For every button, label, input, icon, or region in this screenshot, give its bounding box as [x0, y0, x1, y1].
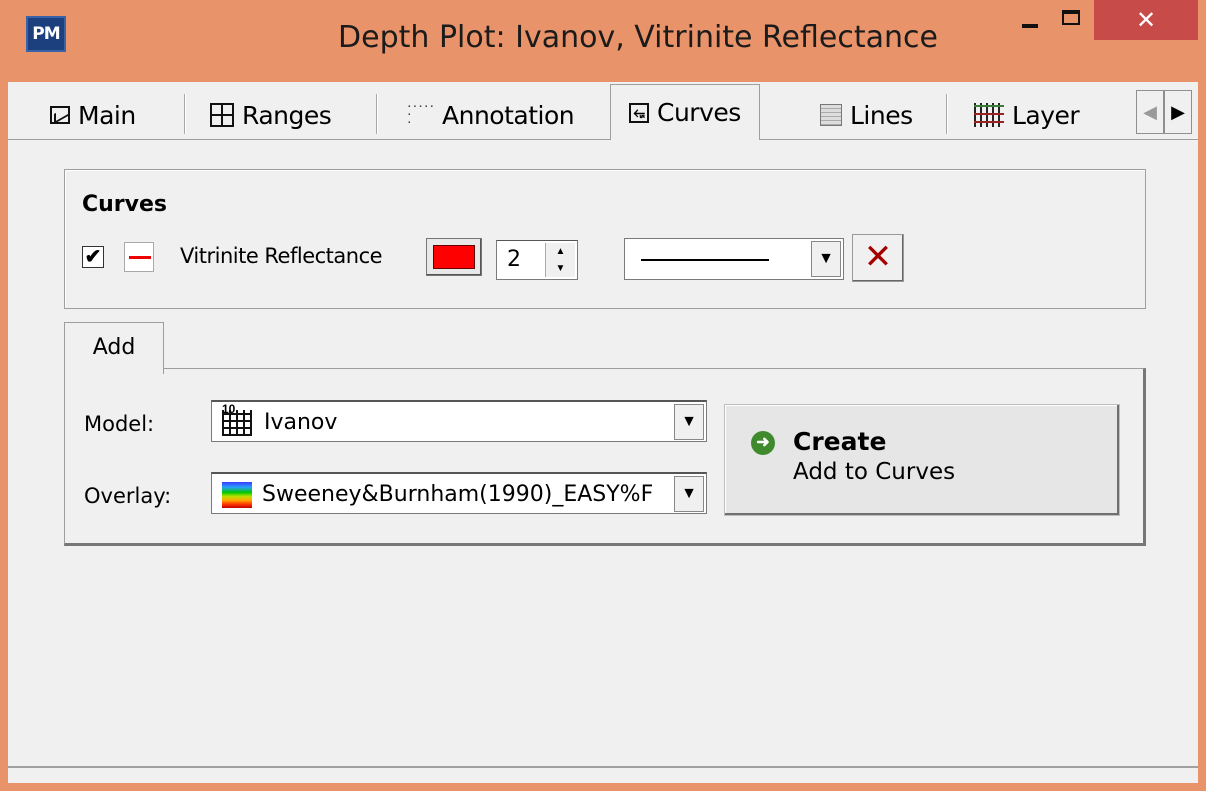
model-label: Model: [84, 412, 155, 436]
ranges-icon [210, 103, 234, 127]
tab-separator [376, 94, 378, 134]
create-button-title: Create [793, 427, 887, 456]
spinner-buttons: ▲ ▼ [545, 243, 575, 277]
tab-layer[interactable]: Layer [974, 90, 1080, 140]
depth-plot-window: PM Depth Plot: Ivanov, Vitrinite Reflect… [0, 0, 1206, 791]
lines-icon [820, 104, 842, 126]
create-button[interactable]: ➜ Create Add to Curves [724, 404, 1120, 516]
tab-scroll-right-button[interactable]: ▶ [1164, 90, 1192, 134]
chevron-down-icon[interactable]: ▼ [811, 241, 841, 277]
tab-separator [184, 94, 186, 134]
chart-icon [50, 106, 70, 124]
line-width-spinner[interactable]: 2 ▲ ▼ [496, 240, 578, 280]
tab-separator [946, 94, 948, 134]
spin-up-button[interactable]: ▲ [546, 243, 575, 260]
delete-curve-button[interactable]: ✕ [852, 234, 904, 282]
maximize-icon [1062, 10, 1080, 25]
overlay-rainbow-icon [222, 482, 252, 508]
tab-layer-label: Layer [1012, 100, 1080, 130]
create-button-subtitle: Add to Curves [793, 459, 956, 485]
curve-legend-icon [124, 242, 154, 272]
curve-name-label: Vitrinite Reflectance [180, 244, 383, 268]
title-bar[interactable]: PM Depth Plot: Ivanov, Vitrinite Reflect… [0, 0, 1206, 78]
close-button[interactable]: ✕ [1094, 0, 1198, 40]
curve-row: ✔ Vitrinite Reflectance 2 ▲ ▼ ▼ ✕ [82, 234, 912, 282]
minimize-icon [1022, 24, 1038, 28]
tab-main-label: Main [78, 100, 136, 130]
curves-group-title: Curves [82, 192, 168, 217]
model-value: Ivanov [264, 410, 338, 435]
model-dropdown[interactable]: Ivanov ▼ [211, 400, 707, 442]
line-style-preview [641, 259, 769, 261]
color-swatch [433, 245, 475, 269]
layer-icon [974, 103, 1004, 127]
dialog-client-area: Main Ranges ····· · · Annotation ⭂ Curves … [8, 82, 1198, 783]
tab-lines-label: Lines [850, 100, 913, 130]
curve-visible-checkbox[interactable]: ✔ [82, 246, 104, 268]
close-icon: ✕ [1135, 6, 1157, 34]
tab-annotation-label: Annotation [442, 100, 575, 130]
tab-add[interactable]: Add [64, 322, 164, 374]
annotation-icon: ····· · · [406, 100, 435, 129]
curve-color-button[interactable] [426, 238, 482, 276]
maximize-button[interactable] [1050, 0, 1090, 40]
chevron-down-icon[interactable]: ▼ [674, 404, 704, 440]
tab-lines[interactable]: Lines [820, 90, 913, 140]
arrow-right-circle-icon: ➜ [751, 431, 775, 455]
tab-ranges-label: Ranges [242, 100, 332, 130]
spin-down-button[interactable]: ▼ [546, 260, 575, 277]
overlay-label: Overlay: [84, 484, 172, 508]
tab-curves-label: Curves [657, 98, 741, 127]
overlay-value: Sweeney&Burnham(1990)_EASY%F [262, 482, 654, 507]
tab-annotation[interactable]: ····· · · Annotation [406, 90, 575, 140]
main-tab-strip: Main Ranges ····· · · Annotation ⭂ Curves … [8, 82, 1198, 140]
tab-ranges[interactable]: Ranges [210, 90, 332, 140]
dialog-bottom-edge [8, 766, 1198, 768]
line-width-value[interactable]: 2 [507, 247, 521, 272]
overlay-dropdown[interactable]: Sweeney&Burnham(1990)_EASY%F ▼ [211, 472, 707, 514]
chevron-down-icon[interactable]: ▼ [674, 476, 704, 512]
tab-scroll-left-button[interactable]: ◀ [1136, 90, 1164, 134]
delete-x-icon: ✕ [863, 237, 893, 277]
minimize-button[interactable] [1010, 0, 1050, 40]
curves-icon: ⭂ [629, 102, 649, 123]
line-style-dropdown[interactable]: ▼ [624, 238, 844, 280]
model-grid-icon [222, 402, 252, 436]
tab-curves[interactable]: ⭂ Curves [610, 84, 760, 140]
tab-main[interactable]: Main [50, 90, 136, 140]
